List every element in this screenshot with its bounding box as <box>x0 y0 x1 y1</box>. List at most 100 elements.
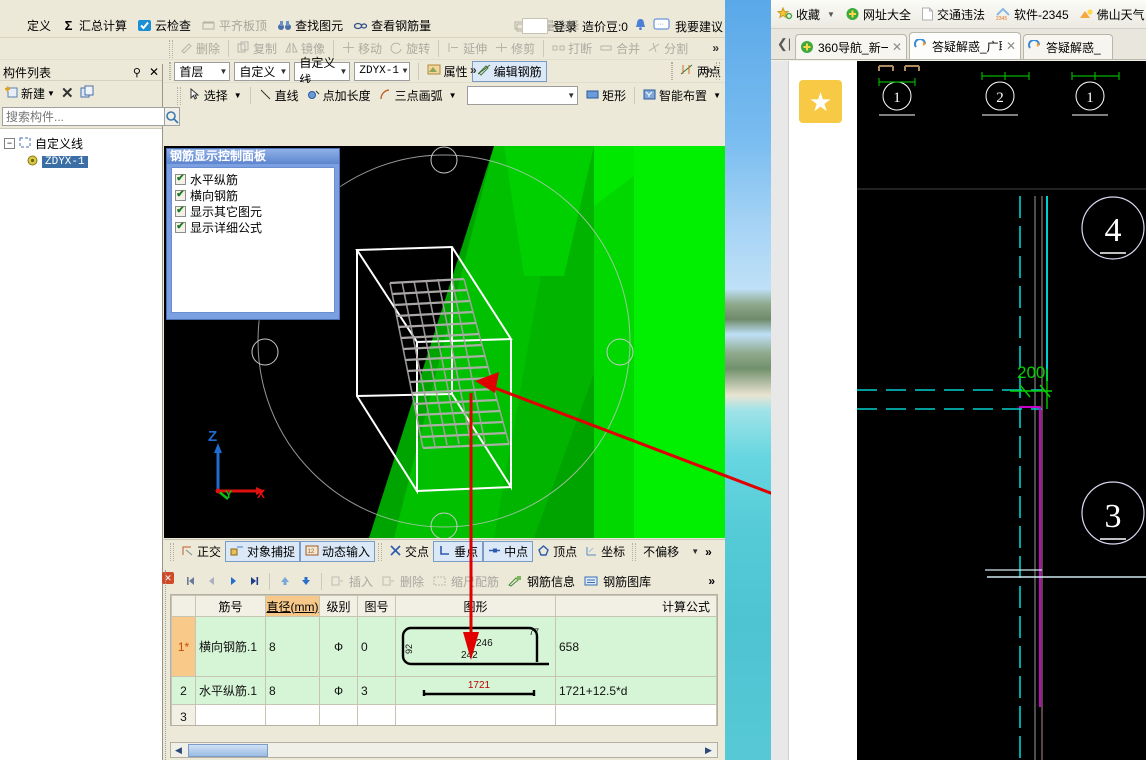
bookmark-traffic-violation[interactable]: 交通违法 <box>921 6 985 23</box>
tool-smart-layout[interactable]: 智能布置 ▼ <box>639 86 725 105</box>
scrollbar-thumb[interactable] <box>188 743 268 757</box>
cell-diameter[interactable]: 8 <box>265 616 320 677</box>
chevron-down-icon[interactable]: ▼ <box>234 91 242 100</box>
chevron-down-icon[interactable]: ▼ <box>713 91 721 100</box>
cell-rebar-no[interactable]: 横向钢筋.1 <box>195 616 266 677</box>
toolbar-grip[interactable] <box>716 62 720 80</box>
bookmark-nav-site[interactable]: 网址大全 <box>845 6 911 23</box>
component-selector[interactable]: ZDYX-1 ▼ <box>354 61 411 81</box>
cell-shape-no[interactable] <box>357 704 396 725</box>
tool-line[interactable]: 直线 <box>255 86 303 105</box>
col-header-shape-no[interactable]: 图号 <box>357 595 396 617</box>
feedback-link[interactable]: 我要建议 <box>675 18 723 35</box>
checkbox[interactable]: ✔ <box>175 205 186 217</box>
nav-last-button[interactable] <box>244 575 264 587</box>
toolbar-grip[interactable] <box>177 86 181 105</box>
table-grip[interactable] <box>165 570 168 760</box>
snap-perpendicular[interactable]: 垂点 <box>433 541 484 562</box>
checkbox[interactable]: ✔ <box>175 173 186 185</box>
cell-shape-no[interactable]: 0 <box>357 616 396 677</box>
star-icon[interactable]: ★ <box>799 80 842 123</box>
rebar-library-button[interactable]: 钢筋图库 <box>580 573 655 590</box>
snapbar-overflow[interactable]: » <box>705 545 712 559</box>
cell-grade[interactable]: Ф <box>319 616 358 677</box>
close-icon[interactable]: ✕ <box>892 40 902 54</box>
category-selector[interactable]: 自定义 ▼ <box>234 61 291 81</box>
checkbox-row-transverse-rebar[interactable]: ✔ 横向钢筋 <box>175 187 334 203</box>
cell-rebar-no[interactable]: 水平纵筋.1 <box>195 676 266 705</box>
cell-shape[interactable]: 92 77 246 242 <box>395 616 556 677</box>
cell-rebar-no[interactable] <box>195 704 266 725</box>
toolbar-grip[interactable] <box>170 542 174 561</box>
col-header-rebar-no[interactable]: 筋号 <box>195 595 266 617</box>
toolbar-grip[interactable] <box>169 62 172 80</box>
edit-tools-overflow[interactable]: » <box>712 41 719 55</box>
edit-rebar-button[interactable]: 编辑钢筋 <box>471 60 547 82</box>
cell-grade[interactable]: Ф <box>319 676 358 705</box>
col-header-diameter[interactable]: 直径(mm) <box>265 595 320 617</box>
table-row[interactable]: 1* 横向钢筋.1 8 Ф 0 92 77 246 242 658 <box>171 616 717 677</box>
nav-next-button[interactable] <box>223 575 243 587</box>
feedback-icon[interactable]: ··· <box>653 18 670 35</box>
selectors-overflow[interactable]: » <box>470 63 477 77</box>
cell-shape[interactable]: 1721 <box>395 676 556 705</box>
tab-back-icon[interactable]: ❮| <box>773 28 795 59</box>
cell-formula[interactable] <box>555 704 717 725</box>
tree-node-root[interactable]: − 自定义线 <box>4 134 162 153</box>
col-header-grade[interactable]: 级别 <box>319 595 358 617</box>
snap-intersection[interactable]: 交点 <box>385 542 433 561</box>
new-component-button[interactable]: 新建 ▼ <box>4 85 55 102</box>
table-row[interactable]: 3 <box>171 704 717 725</box>
bookmark-favorites[interactable]: 收藏 ▼ <box>777 6 835 23</box>
bookmark-software-2345[interactable]: 2345 软件-2345 <box>995 6 1069 23</box>
expander-icon[interactable]: − <box>4 138 15 149</box>
cell-diameter[interactable]: 8 <box>265 676 320 705</box>
col-header-rownum[interactable] <box>171 595 196 617</box>
close-editbar-icon[interactable]: ✕ <box>162 572 174 584</box>
menu-item-define[interactable]: 定义 <box>4 16 56 35</box>
cell-shape-no[interactable]: 3 <box>357 676 396 705</box>
table-row[interactable]: 2 水平纵筋.1 8 Ф 3 1721 1721+12.5*d <box>171 676 717 705</box>
snap-vertex[interactable]: 顶点 <box>533 542 581 561</box>
tool-three-point-arc[interactable]: 三点画弧 ▼ <box>375 86 461 105</box>
col-header-formula[interactable]: 计算公式 <box>555 595 717 617</box>
toolbar-grip[interactable] <box>378 542 383 561</box>
cad-drawing-viewer[interactable]: 1 2 1 200 4 3 <box>857 61 1146 760</box>
tab-360-nav[interactable]: 360导航_新一 ✕ <box>795 34 907 59</box>
tool-rect[interactable]: 矩形 <box>582 86 630 105</box>
menu-item-view-rebar-quantity[interactable]: 查看钢筋量 <box>348 16 436 35</box>
tab-answer-2[interactable]: 答疑解惑_ <box>1023 34 1113 59</box>
copy-icon[interactable] <box>80 85 96 102</box>
row-index[interactable]: 1* <box>171 616 196 677</box>
two-point-overflow[interactable]: » <box>706 63 713 77</box>
snap-midpoint[interactable]: 中点 <box>483 541 534 562</box>
cell-grade[interactable] <box>319 704 358 725</box>
bookmark-weather[interactable]: 佛山天气 <box>1079 6 1145 23</box>
cell-formula[interactable]: 1721+12.5*d <box>555 676 717 705</box>
delete-x-icon[interactable]: ✕ <box>61 84 74 102</box>
table-horizontal-scrollbar[interactable]: ◀ ▶ <box>170 742 718 758</box>
type-selector[interactable]: 自定义线 ▼ <box>294 56 351 87</box>
login-link[interactable]: 登录 <box>553 18 577 35</box>
rebar-table[interactable]: 筋号 直径(mm) 级别 图号 图形 计算公式 1* 横向钢筋.1 8 Ф 0 <box>170 594 718 726</box>
checkbox-row-horizontal-longitudinal[interactable]: ✔ 水平纵筋 <box>175 171 334 187</box>
snap-object-snap[interactable]: 对象捕捉 <box>225 541 301 562</box>
snap-dynamic-input[interactable]: 12 动态输入 <box>300 541 376 562</box>
menu-item-summary-calc[interactable]: Σ 汇总计算 <box>56 16 132 35</box>
menu-item-find-element[interactable]: 查找图元 <box>272 16 348 35</box>
editbar-overflow[interactable]: » <box>708 574 715 588</box>
checkbox-row-show-detailed-formula[interactable]: ✔ 显示详细公式 <box>175 219 334 235</box>
cell-shape[interactable] <box>395 704 556 725</box>
rebar-info-button[interactable]: 钢筋信息 <box>504 573 579 590</box>
toolbar-grip[interactable] <box>670 62 673 80</box>
offset-mode-combo[interactable]: 不偏移 ▼ <box>639 542 701 561</box>
pin-icon[interactable]: ⚲ <box>133 66 141 79</box>
row-index[interactable]: 3 <box>171 704 196 725</box>
rebar-display-control-panel[interactable]: 钢筋显示控制面板 ✔ 水平纵筋 ✔ 横向钢筋 ✔ 显示其它图元 ✔ 显示详细公式 <box>166 148 340 320</box>
tab-answer-guanglian[interactable]: 答疑解惑_广联 ✕ <box>909 32 1021 59</box>
nav-prev-button[interactable] <box>202 575 222 587</box>
toolbar-grip[interactable] <box>169 39 173 58</box>
col-header-shape[interactable]: 图形 <box>395 595 556 617</box>
menu-item-cloud-check[interactable]: 云检查 <box>132 16 196 35</box>
tool-select[interactable]: 选择 ▼ <box>184 86 246 105</box>
